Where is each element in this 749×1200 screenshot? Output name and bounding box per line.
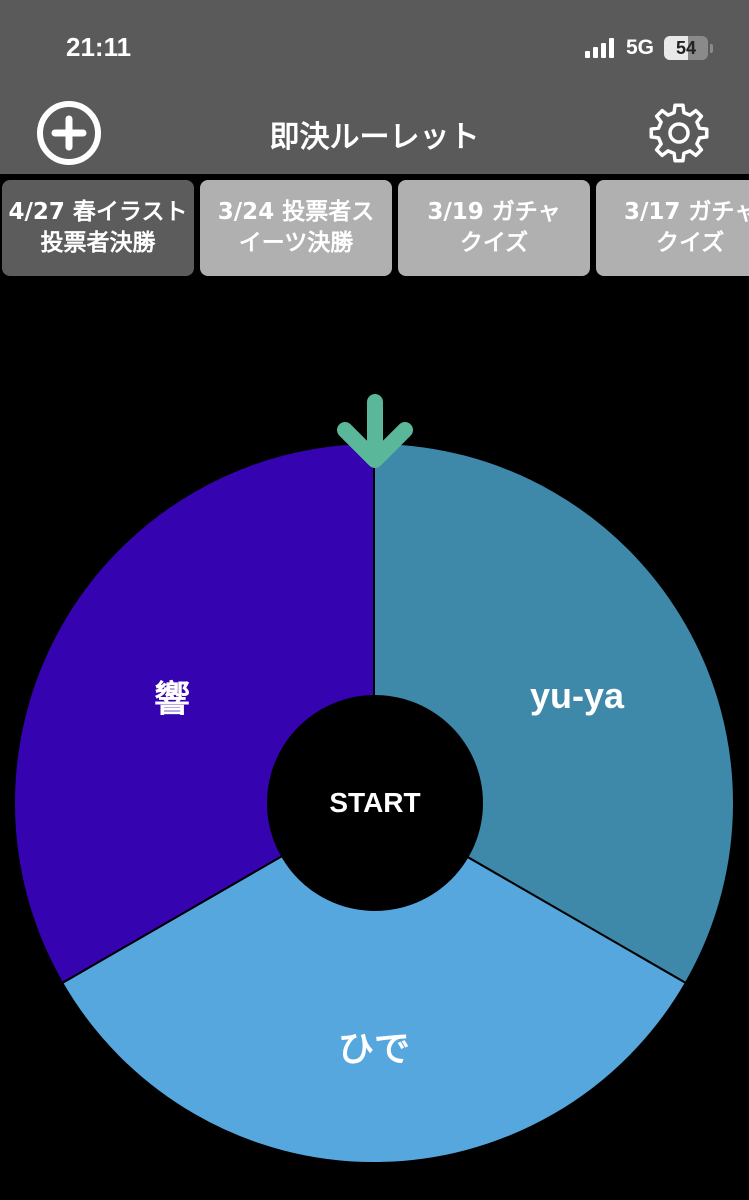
cellular-signal-icon (584, 38, 614, 58)
roulette-tabs: 4/27 春イラスト 投票者決勝 3/24 投票者ス イーツ決勝 3/19 ガチ… (0, 180, 749, 276)
tab-label-line2: クイズ (459, 230, 529, 256)
tab-3-17[interactable]: 3/17 ガチャ クイズ (596, 180, 749, 276)
battery-level: 54 (675, 37, 697, 58)
gear-icon (649, 103, 709, 163)
battery-icon: 54 (664, 36, 708, 60)
app-header: 21:11 5G 54 即決ルーレット (0, 0, 749, 174)
tab-3-19[interactable]: 3/19 ガチャ クイズ (398, 180, 590, 276)
page-title: 即決ルーレット (269, 120, 480, 155)
tab-label-line1: 3/19 ガチャ (427, 199, 561, 225)
tab-label-line2: 投票者決勝 (40, 230, 156, 256)
settings-button[interactable] (646, 100, 712, 166)
tab-label-line1: 3/24 投票者ス (217, 199, 375, 225)
segment-label-hide: ひで (337, 1029, 411, 1070)
battery-nub (710, 43, 713, 53)
start-button[interactable]: START (267, 695, 483, 911)
arrow-down-icon (337, 394, 413, 468)
tab-label-line2: イーツ決勝 (238, 230, 354, 256)
status-time: 21:11 (66, 32, 132, 62)
tab-label-line1: 3/17 ガチャ (624, 199, 749, 225)
status-indicators: 5G 54 (584, 34, 713, 62)
segment-label-hibiki: 響 (153, 679, 191, 720)
tab-4-27[interactable]: 4/27 春イラスト 投票者決勝 (2, 180, 194, 276)
tab-label-line1: 4/27 春イラスト (8, 199, 188, 225)
tab-3-24[interactable]: 3/24 投票者ス イーツ決勝 (200, 180, 392, 276)
tab-label-line2: クイズ (656, 230, 725, 256)
segment-label-yu-ya: yu-ya (529, 675, 625, 716)
roulette-wheel[interactable]: yu-ya ひで 響 START (0, 380, 749, 1200)
network-type: 5G (625, 36, 654, 59)
